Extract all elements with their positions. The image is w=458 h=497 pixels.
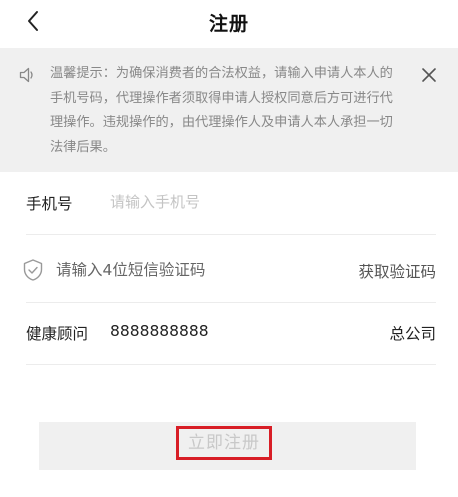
notice-banner: 温馨提示：为确保消费者的合法权益，请输入申请人本人的手机号码，代理操作者须取得申… [0,48,458,172]
shield-check-icon [23,259,43,281]
advisor-row: 健康顾问 8888888888 总公司 [26,302,436,365]
phone-label: 手机号 [26,195,73,213]
notice-text: 温馨提示：为确保消费者的合法权益，请输入申请人本人的手机号码，代理操作者须取得申… [50,66,393,155]
close-icon[interactable] [419,65,439,85]
phone-row: 手机号 [26,172,436,235]
code-row: 获取验证码 [23,240,436,303]
advisor-id-value: 8888888888 [110,322,209,340]
get-code-button[interactable]: 获取验证码 [358,260,436,282]
register-page: 注册 温馨提示：为确保消费者的合法权益，请输入申请人本人的手机号码，代理操作者须… [0,0,458,497]
phone-input[interactable] [110,188,410,216]
register-button[interactable]: 立即注册 [39,422,416,470]
page-title: 注册 [208,13,249,35]
register-button-label: 立即注册 [176,426,272,460]
header-bar: 注册 [0,0,458,44]
sms-code-input[interactable] [56,256,316,284]
advisor-org-value: 总公司 [389,325,436,343]
advisor-label: 健康顾问 [26,325,89,343]
speaker-icon [19,67,33,83]
